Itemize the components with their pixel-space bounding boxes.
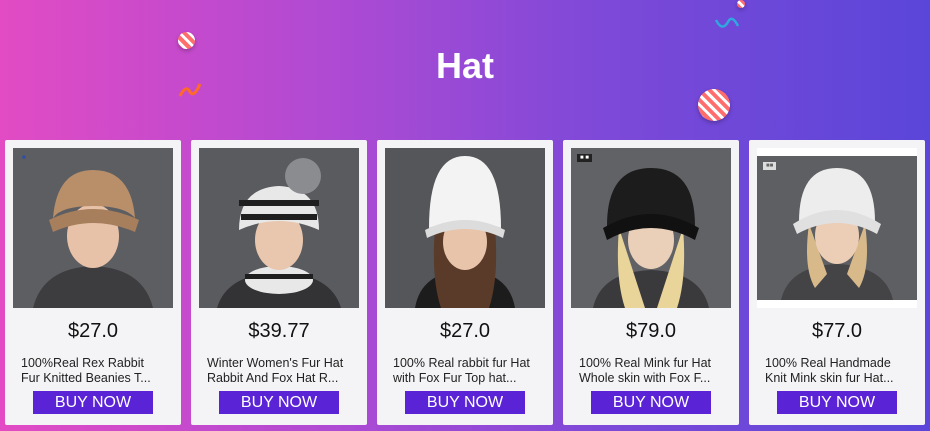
- buy-now-button[interactable]: BUY NOW: [405, 391, 525, 414]
- product-name-line: 100% Real Handmade: [765, 356, 891, 370]
- image-watermark: ■ ■: [577, 154, 592, 162]
- product-image[interactable]: [385, 148, 545, 308]
- striped-ball-decoration: [698, 89, 730, 121]
- product-list: ■ $27.0 100%Real Rex Rabbit Fur Knitted …: [5, 140, 925, 425]
- product-name-line: 100%Real Rex Rabbit: [21, 356, 144, 370]
- product-image[interactable]: ■ ■: [571, 148, 731, 308]
- product-card[interactable]: ■ ■ $79.0 100% Real Mink fur Hat Whole s…: [563, 140, 739, 425]
- product-price: $79.0: [625, 320, 677, 342]
- buy-now-button[interactable]: BUY NOW: [591, 391, 711, 414]
- image-watermark: ■■: [763, 162, 777, 170]
- striped-ball-decoration: [737, 0, 745, 8]
- product-image[interactable]: ■■: [757, 148, 917, 308]
- product-name-line: Knit Mink skin fur Hat...: [765, 371, 894, 385]
- product-name[interactable]: 100% Real Mink fur Hat Whole skin with F…: [579, 356, 723, 386]
- product-name[interactable]: Winter Women's Fur Hat Rabbit And Fox Ha…: [207, 356, 351, 386]
- product-name[interactable]: 100%Real Rex Rabbit Fur Knitted Beanies …: [21, 356, 165, 386]
- product-name-line: Winter Women's Fur Hat: [207, 356, 344, 370]
- page-title: Hat: [435, 45, 494, 86]
- streamer-decoration: [714, 17, 740, 28]
- product-name-line: Fur Knitted Beanies T...: [21, 371, 151, 385]
- buy-now-button[interactable]: BUY NOW: [219, 391, 339, 414]
- product-name[interactable]: 100% Real Handmade Knit Mink skin fur Ha…: [765, 356, 909, 386]
- buy-now-button[interactable]: BUY NOW: [777, 391, 897, 414]
- product-price: $27.0: [439, 320, 491, 342]
- product-name[interactable]: 100% Real rabbit fur Hat with Fox Fur To…: [393, 356, 537, 386]
- product-card[interactable]: $39.77 Winter Women's Fur Hat Rabbit And…: [191, 140, 367, 425]
- product-image[interactable]: ■: [13, 148, 173, 308]
- product-price: $77.0: [811, 320, 863, 342]
- product-name-line: 100% Real rabbit fur Hat: [393, 356, 530, 370]
- product-name-line: Rabbit And Fox Hat R...: [207, 371, 339, 385]
- product-price: $27.0: [67, 320, 119, 342]
- product-image[interactable]: [199, 148, 359, 308]
- product-name-line: with Fox Fur Top hat...: [393, 371, 517, 385]
- image-watermark: ■: [22, 155, 26, 161]
- product-card[interactable]: $27.0 100% Real rabbit fur Hat with Fox …: [377, 140, 553, 425]
- product-card[interactable]: ■■ $77.0 100% Real Handmade Knit Mink sk…: [749, 140, 925, 425]
- product-banner: Hat ■ $27.0 100%Real Rex Rabbit Fur Knit…: [0, 0, 930, 431]
- product-name-line: 100% Real Mink fur Hat: [579, 356, 712, 370]
- product-name-line: Whole skin with Fox F...: [579, 371, 711, 385]
- product-card[interactable]: ■ $27.0 100%Real Rex Rabbit Fur Knitted …: [5, 140, 181, 425]
- product-price: $39.77: [248, 320, 310, 342]
- buy-now-button[interactable]: BUY NOW: [33, 391, 153, 414]
